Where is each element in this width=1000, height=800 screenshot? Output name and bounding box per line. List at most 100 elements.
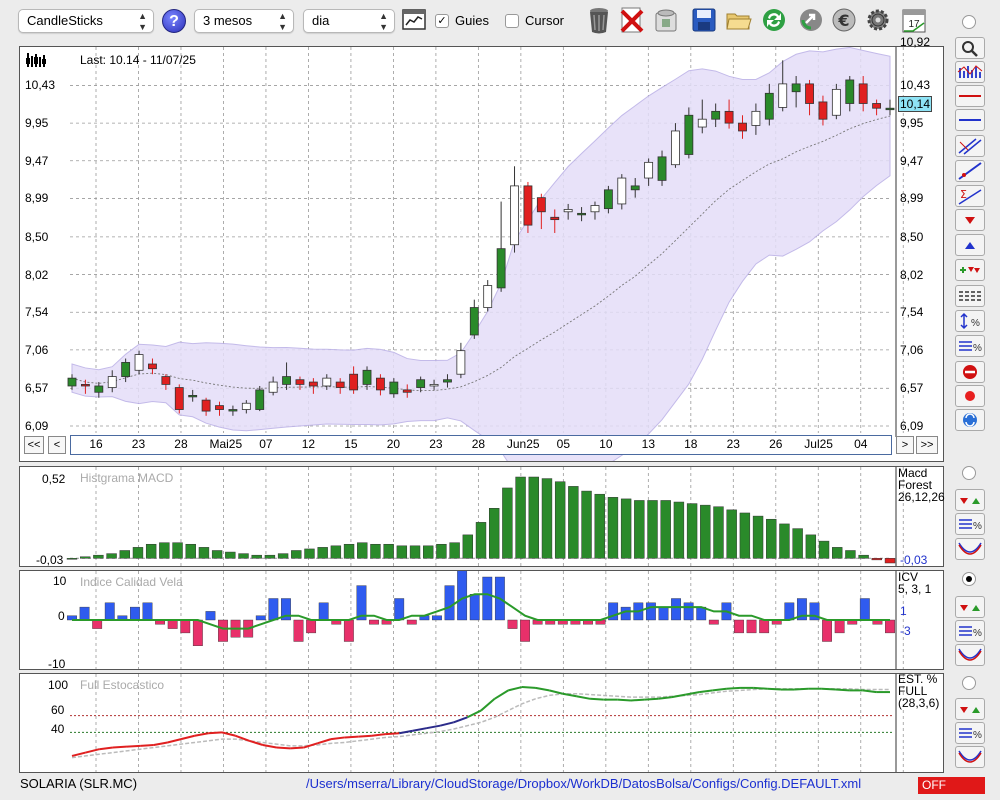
icv-bar [205, 611, 216, 621]
stochastic-curve-button[interactable] [955, 746, 985, 768]
arrow-down-button[interactable] [955, 209, 985, 231]
cursor-checkbox[interactable] [505, 14, 519, 28]
grid-lines-button[interactable] [955, 285, 985, 307]
stochastic-fast-segment [753, 686, 768, 690]
candle-body [671, 130, 680, 166]
candle-body [215, 405, 224, 410]
swap-button[interactable] [955, 409, 985, 431]
date-tick-label: 07 [259, 437, 273, 451]
candle-body [724, 110, 734, 124]
horizontal-line-blue-button[interactable] [955, 109, 985, 131]
percent-lines-button[interactable]: % [955, 335, 985, 357]
guides-checkbox[interactable]: ✓ [435, 14, 449, 28]
date-tick-label: Jul25 [804, 437, 833, 451]
bar-chart-icon [957, 65, 983, 78]
candle-body [94, 385, 104, 393]
export-icon[interactable] [797, 5, 825, 35]
trash-icon[interactable] [585, 5, 613, 35]
date-tick-label: 10 [599, 437, 613, 451]
save-icon[interactable] [690, 5, 718, 35]
euro-icon[interactable]: € [830, 5, 858, 35]
config-path-link[interactable]: /Users/mserra/Library/CloudStorage/Dropb… [306, 776, 861, 791]
trend-channel-button[interactable] [955, 135, 985, 157]
stochastic-fast-segment [480, 698, 496, 712]
macd-y-top: 0,52 [42, 472, 66, 486]
curve-icon [958, 542, 982, 555]
panel-radio-icv[interactable] [962, 572, 976, 586]
trend-line-button[interactable] [955, 160, 985, 182]
date-tick-label: 23 [429, 437, 443, 451]
candle-body [831, 88, 841, 116]
icv-params: 5, 3, 1 [898, 582, 932, 596]
delete-icon[interactable] [618, 5, 646, 35]
date-tick-label: 23 [131, 437, 146, 451]
icv-bar [104, 602, 115, 621]
stochastic-signals-button[interactable] [955, 698, 985, 720]
help-icon[interactable]: ? [162, 9, 186, 33]
interval-select[interactable]: dia ▲ ▼ [303, 9, 395, 33]
macd-bar [264, 554, 276, 559]
nav-next-button[interactable]: > [896, 436, 914, 454]
record-button[interactable] [955, 385, 985, 407]
candle-body [255, 389, 265, 410]
candle-body [349, 373, 359, 391]
add-signal-button[interactable] [955, 259, 985, 281]
panel-radio-stochastic[interactable] [962, 676, 976, 690]
percent-lines-icon: % [959, 341, 982, 354]
chart-window-icon[interactable] [402, 8, 426, 32]
macd-bar [871, 558, 883, 561]
nav-last-button[interactable]: >> [916, 436, 938, 454]
price-y-tick-right: 8,02 [900, 267, 924, 282]
percent-range-button[interactable]: % [955, 310, 985, 332]
panel-radio-macd[interactable] [962, 466, 976, 480]
macd-bar [198, 547, 210, 559]
macd-bar [79, 556, 91, 559]
candle-body [630, 185, 640, 191]
icv-signals-button[interactable] [955, 596, 985, 618]
macd-bar [779, 523, 790, 559]
icv-y-top: 10 [53, 574, 67, 588]
macd-bar [620, 498, 632, 559]
macd-y-bottom: -0,03 [36, 553, 64, 567]
macd-signals-button[interactable] [955, 489, 985, 511]
chart-type-select[interactable]: CandleSticks ▲ ▼ [18, 9, 154, 33]
date-tick-label: 13 [641, 437, 655, 451]
arrow-up-button[interactable] [955, 234, 985, 256]
zoom-tool-button[interactable] [955, 37, 985, 59]
date-tick-label: 18 [684, 437, 698, 451]
macd-levels-button[interactable]: % [955, 513, 985, 535]
macd-bar [607, 497, 619, 559]
stochastic-fast-segment [358, 734, 372, 738]
settings-gear-icon[interactable] [864, 5, 892, 35]
off-status-badge[interactable]: OFF [918, 777, 985, 794]
icv-bar [520, 619, 530, 642]
macd-bar [330, 545, 342, 559]
horizontal-line-red-button[interactable] [955, 85, 985, 107]
nav-first-button[interactable]: << [24, 436, 44, 454]
calendar-icon[interactable]: 17 [900, 5, 928, 35]
save-disk-icon[interactable] [652, 5, 680, 35]
sum-line-button[interactable]: Σ [955, 185, 985, 207]
period-select[interactable]: 3 mesos ▲ ▼ [194, 9, 294, 33]
macd-curve-button[interactable] [955, 538, 985, 560]
open-folder-icon[interactable] [725, 5, 753, 35]
candle-body [241, 402, 251, 410]
panel-radio-price[interactable] [962, 15, 976, 29]
red-down-arrow-icon [965, 217, 975, 224]
svg-text:%: % [973, 521, 982, 532]
stochastic-fast-segment [208, 731, 223, 735]
icv-levels-button[interactable]: % [955, 620, 985, 642]
candle-body [228, 409, 238, 412]
indicator-overlay-button[interactable] [955, 61, 985, 83]
stochastic-levels-button[interactable]: % [955, 722, 985, 744]
refresh-icon[interactable] [760, 5, 788, 35]
stop-button[interactable] [955, 361, 985, 383]
icv-curve-button[interactable] [955, 644, 985, 666]
icv-bar [369, 619, 379, 625]
macd-bar [396, 545, 408, 559]
nav-prev-button[interactable]: < [48, 436, 66, 454]
magnifier-icon [962, 41, 978, 57]
price-y-tick-left: 7,54 [25, 305, 49, 320]
candle-body [174, 387, 184, 410]
macd-bar [132, 547, 144, 559]
